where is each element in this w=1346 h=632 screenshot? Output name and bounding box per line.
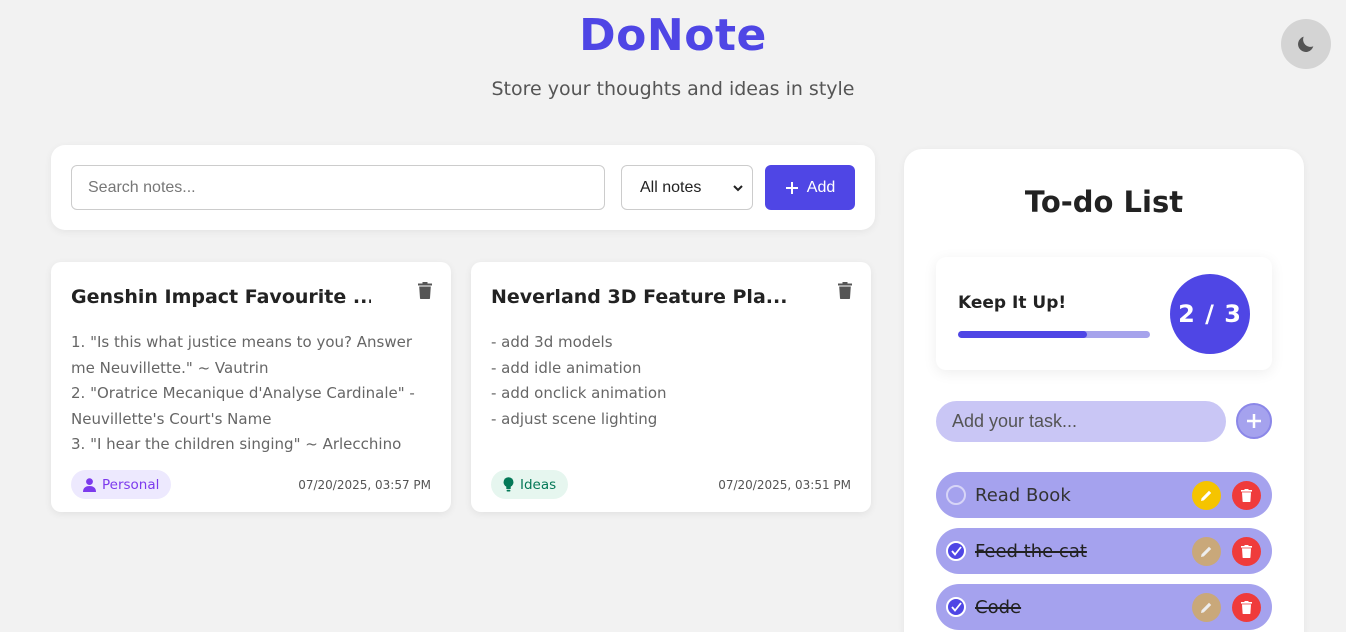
add-note-button[interactable]: Add	[765, 165, 855, 210]
note-body: - add 3d models - add idle animation - a…	[491, 330, 853, 432]
plus-icon	[1247, 414, 1261, 428]
pencil-icon	[1201, 546, 1212, 557]
checkmark-icon	[950, 546, 962, 556]
trash-icon	[1241, 601, 1252, 614]
todo-panel: To-do List Keep It Up! 2 / 3 Read Book	[904, 149, 1304, 632]
task-delete-button[interactable]	[1232, 593, 1261, 622]
note-line: 1. "Is this what justice means to you? A…	[71, 333, 413, 351]
note-date: 07/20/2025, 03:57 PM	[298, 478, 431, 492]
note-line: Neuvillette's Court's Name	[71, 409, 272, 428]
note-body: 1. "Is this what justice means to you? A…	[71, 330, 433, 458]
checkmark-icon	[950, 602, 962, 612]
note-line: - add 3d models	[491, 333, 613, 351]
note-title: Neverland 3D Feature Pla...	[491, 286, 788, 308]
task-input[interactable]	[936, 401, 1226, 442]
progress-counter: 2 / 3	[1170, 274, 1250, 354]
progress-bar	[958, 331, 1150, 338]
task-item[interactable]: Feed the cat	[936, 528, 1272, 574]
progress-bar-fill	[958, 331, 1087, 338]
person-icon	[83, 477, 96, 492]
task-item[interactable]: Read Book	[936, 472, 1272, 518]
task-delete-button[interactable]	[1232, 537, 1261, 566]
task-checkbox[interactable]	[946, 597, 966, 617]
filter-select[interactable]: All notes	[621, 165, 753, 210]
note-tag-personal[interactable]: Personal	[71, 470, 172, 499]
note-tag-label: Ideas	[520, 476, 557, 493]
todo-heading: To-do List	[1024, 185, 1184, 219]
note-line: - adjust scene lighting	[491, 409, 658, 428]
note-line: - add idle animation	[491, 358, 642, 377]
notes-toolbar: All notes Add	[51, 145, 875, 230]
plus-icon	[785, 181, 798, 194]
task-edit-button[interactable]	[1192, 481, 1221, 510]
note-line: 2. "Oratrice Mecanique d'Analyse Cardina…	[71, 384, 415, 402]
task-item[interactable]: Code	[936, 584, 1272, 630]
app-subtitle: Store your thoughts and ideas in style	[491, 78, 855, 100]
progress-card: Keep It Up! 2 / 3	[936, 257, 1272, 370]
note-title: Genshin Impact Favourite ...	[71, 286, 371, 308]
note-line: 3. "I hear the children singing" ~ Arlec…	[71, 435, 402, 453]
note-delete-button[interactable]	[418, 282, 432, 304]
note-line: me Neuvillette." ~ Vautrin	[71, 358, 269, 377]
task-delete-button[interactable]	[1232, 481, 1261, 510]
trash-icon	[1241, 489, 1252, 502]
task-checkbox[interactable]	[946, 541, 966, 561]
trash-icon	[1241, 545, 1252, 558]
note-tag-label: Personal	[102, 476, 160, 493]
task-label: Code	[975, 597, 1022, 618]
app-title: DoNote	[579, 10, 767, 61]
add-task-button[interactable]	[1236, 403, 1272, 439]
add-note-label: Add	[806, 178, 836, 196]
theme-toggle-button[interactable]	[1281, 19, 1331, 69]
note-line: - add onclick animation	[491, 384, 667, 402]
moon-icon	[1298, 36, 1314, 52]
task-edit-button[interactable]	[1192, 537, 1221, 566]
note-card[interactable]: Genshin Impact Favourite ... 1. "Is this…	[51, 262, 451, 512]
note-date: 07/20/2025, 03:51 PM	[718, 478, 851, 492]
task-checkbox[interactable]	[946, 485, 966, 505]
lightbulb-icon	[503, 477, 514, 492]
filter-select-value: All notes	[640, 178, 702, 196]
chevron-down-icon	[733, 184, 743, 191]
note-tag-ideas[interactable]: Ideas	[491, 470, 569, 499]
trash-icon	[418, 282, 432, 299]
task-label: Feed the cat	[975, 541, 1087, 562]
task-edit-button[interactable]	[1192, 593, 1221, 622]
note-delete-button[interactable]	[838, 282, 852, 304]
note-card[interactable]: Neverland 3D Feature Pla... - add 3d mod…	[471, 262, 871, 512]
progress-label: Keep It Up!	[958, 293, 1067, 313]
task-label: Read Book	[975, 485, 1071, 506]
search-input[interactable]	[71, 165, 605, 210]
pencil-icon	[1201, 602, 1212, 613]
pencil-icon	[1201, 490, 1212, 501]
trash-icon	[838, 282, 852, 299]
